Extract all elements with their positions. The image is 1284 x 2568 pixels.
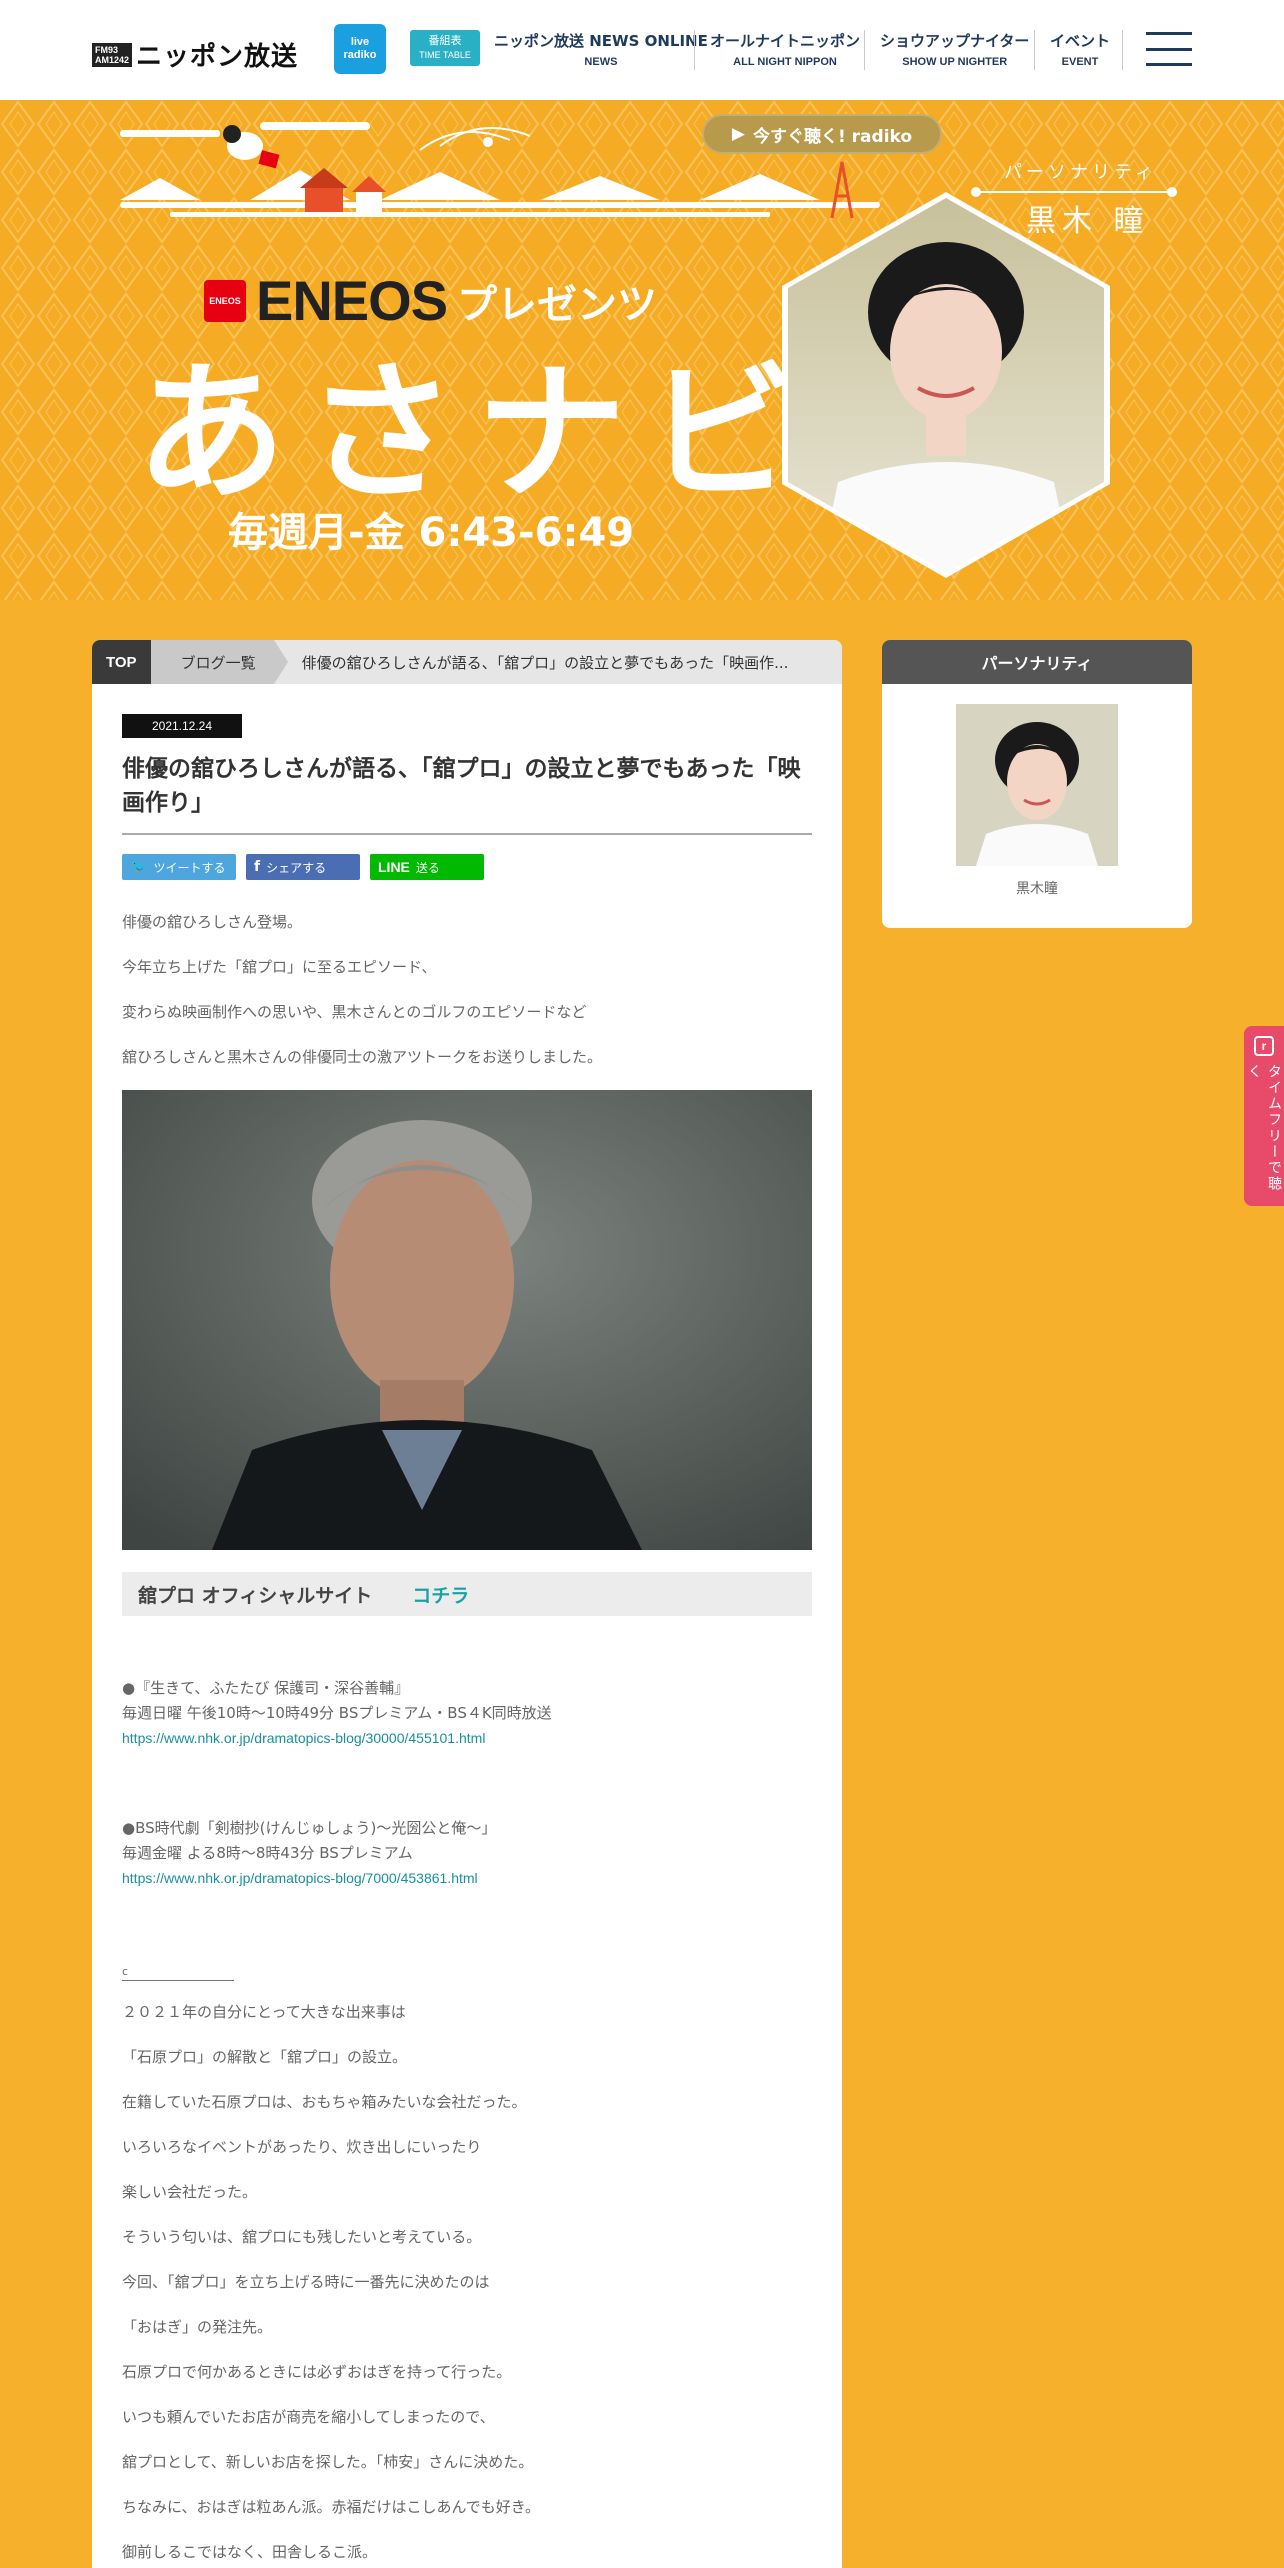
radiko-live-button[interactable]: live radiko [334,24,386,74]
nav-divider [864,30,865,70]
brand-name: ニッポン放送 [136,42,299,72]
timetable-sublabel: TIME TABLE [419,50,471,60]
intro-line: 俳優の舘ひろしさん登場。 [122,913,303,931]
nav-all-night-nippon[interactable]: オールナイトニッポン ALL NIGHT NIPPON [710,30,860,68]
frequency-badge: FM93 AM1242 [92,42,133,67]
nav-news-sublabel: NEWS [584,56,618,68]
intro-line: 今年立ち上げた「舘プロ」に至るエピソード、 [122,958,437,976]
show-schedule: 毎週月-金 6:43-6:49 [228,510,635,556]
site-logo[interactable]: FM93 AM1242 ニッポン放送 [92,36,298,73]
program-info-time: 毎週金曜 よる8時～8時43分 BSプレミアム [122,1844,413,1862]
radiko-icon: r [1254,1036,1274,1056]
sidebar-heading: パーソナリティ [882,640,1192,684]
personality-sidebar: パーソナリティ 黒木瞳 [882,640,1192,928]
show-title: あさナビ [136,345,817,521]
tweet-button[interactable]: 🐦 ツイートする [122,854,236,880]
personality-hexagon-photo [782,192,1110,578]
timefree-listen-tab[interactable]: r タイムフリーで聴く [1244,1026,1284,1206]
timetable-label: 番組表 [428,34,462,47]
nav-divider [694,30,695,70]
site-header: FM93 AM1242 ニッポン放送 live radiko 番組表 TIME … [0,0,1284,100]
breadcrumb-top[interactable]: TOP [92,640,165,684]
essay-line: 今回、「舘プロ」を立ち上げる時に一番先に決めたのは [122,2273,490,2291]
facebook-share-label: シェアする [266,860,327,875]
essay-line: 在籍していた石原プロは、おもちゃ箱みたいな会社だった。 [122,2093,527,2111]
nav-ann-sublabel: ALL NIGHT NIPPON [733,56,837,68]
radiko-live-label: live [350,36,370,48]
line-send-label: 送る [415,860,440,875]
intro-text: 俳優の舘ひろしさん登場。 今年立ち上げた「舘プロ」に至るエピソード、 変わらぬ映… [122,912,812,1092]
nav-nighter-label: ショウアップナイター [880,32,1030,50]
fm-frequency: FM93 [95,44,119,55]
official-site-link[interactable]: コチラ [412,1581,469,1608]
program-info-link[interactable]: https://www.nhk.or.jp/dramatopics-blog/3… [122,1730,485,1746]
play-icon: ▶ [731,124,745,144]
nav-ann-label: オールナイトニッポン [710,32,861,50]
twitter-bird-icon: 🐦 [130,859,148,875]
listen-now-radiko-button[interactable]: ▶ 今すぐ聴く! radiko [702,114,942,154]
breadcrumb: TOP ブログ一覧 俳優の舘ひろしさんが語る、「舘プロ」の設立と夢でもあった「映… [92,640,842,684]
line-icon: LINE [378,859,410,875]
program-info-2: ●BS時代劇「剣樹抄(けんじゅしょう)～光圀公と俺～」 毎週金曜 よる8時～8時… [122,1816,812,1891]
section-separator: c [122,1964,234,1981]
nav-news[interactable]: ニッポン放送 NEWS ONLINE NEWS [494,30,708,68]
nav-nighter-sublabel: SHOW UP NIGHTER [902,56,1008,68]
nav-news-label: ニッポン放送 NEWS ONLINE [494,32,708,50]
post-date: 2021.12.24 [122,714,242,738]
listen-now-label: 今すぐ聴く! radiko [753,126,913,147]
official-site-label: 舘プロ オフィシャルサイト [138,1584,373,1607]
facebook-share-button[interactable]: f シェアする [246,854,360,880]
post-title: 俳優の舘ひろしさんが語る、「舘プロ」の設立と夢でもあった「映画作り」 [122,756,801,816]
program-hero: ▶ 今すぐ聴く! radiko ENEOS ENEOS プレゼンツ あさナビ 毎… [0,100,1284,600]
nav-event[interactable]: イベント EVENT [1050,30,1110,68]
intro-line: 舘ひろしさんと黒木さんの俳優同士の激アツトークをお送りしました。 [122,1048,603,1066]
program-info-title: ●BS時代劇「剣樹抄(けんじゅしょう)～光圀公と俺～」 [122,1819,497,1837]
essay-line: ２０２１年の自分にとって大きな出来事は [122,2003,406,2021]
nav-event-sublabel: EVENT [1061,56,1099,68]
essay-line: 「おはぎ」の発注先。 [122,2318,273,2336]
essay-line: 石原プロで何かあるときには必ずおはぎを持って行った。 [122,2363,512,2381]
timetable-button[interactable]: 番組表 TIME TABLE [410,30,480,66]
intro-line: 変わらぬ映画制作への思いや、黒木さんとのゴルフのエピソードなど [122,1003,587,1021]
breadcrumb-current: 俳優の舘ひろしさんが語る、「舘プロ」の設立と夢でもあった「映画作... [301,653,789,672]
blog-article: TOP ブログ一覧 俳優の舘ひろしさんが語る、「舘プロ」の設立と夢でもあった「映… [92,640,842,2568]
title-divider [122,833,812,835]
program-info-1: ●『生きて、ふたたび 保護司・深谷善輔』 毎週日曜 午後10時～10時49分 B… [122,1676,812,1751]
official-site-bar: 舘プロ オフィシャルサイト コチラ [122,1572,812,1616]
essay-line: 「石原プロ」の解散と「舘プロ」の設立。 [122,2048,408,2066]
tweet-label: ツイートする [153,860,226,875]
facebook-icon: f [254,859,261,875]
program-info-time: 毎週日曜 午後10時～10時49分 BSプレミアム・BS４K同時放送 [122,1704,552,1722]
essay-line: 楽しい会社だった。 [122,2183,258,2201]
line-send-button[interactable]: LINE 送る [370,854,484,880]
nav-divider [1122,30,1123,70]
breadcrumb-blog-list[interactable]: ブログ一覧 [150,640,288,684]
essay-line: 御前しるこではなく、田舎しるこ派。 [122,2543,378,2561]
personality-thumbnail[interactable] [956,704,1118,866]
am-frequency: AM1242 [95,54,130,65]
nav-event-label: イベント [1050,32,1111,50]
hamburger-icon[interactable] [1146,32,1192,66]
essay-line: いろいろなイベントがあったり、炊き出しにいったり [122,2138,482,2156]
program-info-title: ●『生きて、ふたたび 保護司・深谷善輔』 [122,1679,410,1697]
timefree-label: タイムフリーで聴く [1246,1063,1282,1192]
essay-line: ちなみに、おはぎは粒あん派。赤福だけはこしあんでも好き。 [122,2498,541,2516]
program-info-link[interactable]: https://www.nhk.or.jp/dramatopics-blog/7… [122,1870,478,1886]
nav-divider [1034,30,1035,70]
essay-line: 舘プロとして、新しいお店を探した。「柿安」さんに決めた。 [122,2453,534,2471]
personality-label: パーソナリティ [1004,162,1157,183]
essay-text: ２０２１年の自分にとって大きな出来事は 「石原プロ」の解散と「舘プロ」の設立。 … [122,2002,812,2568]
share-buttons: 🐦 ツイートする f シェアする LINE 送る [122,854,484,880]
sidebar-personality-name[interactable]: 黒木瞳 [882,878,1192,898]
radiko-label: radiko [343,49,377,61]
nav-show-up-nighter[interactable]: ショウアップナイター SHOW UP NIGHTER [880,30,1029,68]
guest-portrait-photo [122,1090,812,1550]
essay-line: いつも頼んでいたお店が商売を縮小してしまったので、 [122,2408,495,2426]
essay-line: そういう匂いは、舘プロにも残したいと考えている。 [122,2228,482,2246]
